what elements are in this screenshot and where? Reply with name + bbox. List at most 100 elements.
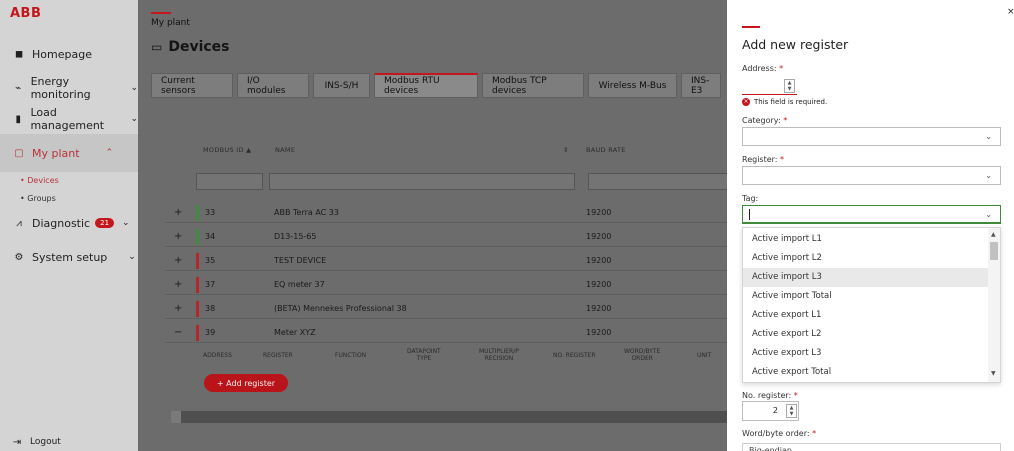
expand-icon[interactable]: + bbox=[174, 279, 182, 290]
tag-option[interactable]: Active import Total bbox=[743, 287, 988, 306]
status-indicator bbox=[196, 205, 199, 221]
sidebar-subitem-devices[interactable]: • Devices bbox=[20, 176, 59, 185]
word-byte-order-select[interactable]: Big-endian bbox=[742, 443, 1001, 451]
filter-baud-rate[interactable] bbox=[588, 173, 742, 190]
tag-option[interactable]: Active export L1 bbox=[743, 306, 988, 325]
breadcrumb[interactable]: My plant bbox=[151, 18, 190, 28]
scrollbar-thumb[interactable] bbox=[181, 411, 742, 423]
tab-modbus-rtu[interactable]: Modbus RTU devices bbox=[374, 73, 478, 98]
gear-icon: ⚙ bbox=[14, 251, 24, 263]
drawer-accent bbox=[742, 26, 760, 28]
add-register-button[interactable]: + Add register bbox=[204, 374, 288, 392]
chevron-down-icon: ⌄ bbox=[985, 210, 992, 219]
logout-button[interactable]: ⇥ Logout bbox=[0, 431, 138, 451]
sidebar-item-homepage[interactable]: ◼ Homepage bbox=[0, 43, 138, 65]
status-indicator bbox=[196, 325, 199, 341]
address-label: Address: * bbox=[742, 64, 784, 73]
category-select[interactable]: ⌄ bbox=[742, 127, 1001, 146]
status-indicator bbox=[196, 277, 199, 293]
devices-icon: ▭ bbox=[151, 40, 163, 54]
no-register-stepper[interactable]: ▲ ▼ bbox=[786, 404, 797, 418]
sidebar-item-diagnostic[interactable]: ⩘ Diagnostic 21 ⌄ bbox=[0, 212, 138, 234]
close-icon[interactable]: × bbox=[1007, 7, 1014, 17]
table-row[interactable]: + 33 ABB Terra AC 33 19200 bbox=[165, 203, 745, 223]
register-col-word-byte-order: WORD/BYTE ORDER bbox=[624, 348, 661, 362]
tag-option[interactable]: Active import L1 bbox=[743, 230, 988, 249]
register-col-datapoint-type: DATAPOINT TYPE bbox=[407, 348, 441, 362]
chevron-down-icon: ⌄ bbox=[985, 132, 992, 141]
tab-wireless-mbus[interactable]: Wireless M-Bus bbox=[588, 73, 677, 98]
chevron-down-icon: ⌄ bbox=[130, 83, 138, 93]
filter-name[interactable] bbox=[269, 173, 575, 190]
collapse-icon[interactable]: − bbox=[174, 327, 182, 338]
dropdown-scrollbar-thumb[interactable] bbox=[990, 242, 998, 260]
expand-icon[interactable]: + bbox=[174, 231, 182, 242]
table-row[interactable]: + 38 (BETA) Mennekes Professional 38 192… bbox=[165, 299, 745, 319]
tag-option[interactable]: Active export Total bbox=[743, 363, 988, 382]
tab-ins-e3[interactable]: INS-E3 bbox=[681, 73, 721, 98]
address-stepper[interactable]: ▲ ▼ bbox=[784, 79, 795, 93]
tag-option[interactable]: Active export L3 bbox=[743, 344, 988, 363]
sort-icon[interactable]: ⇕ bbox=[563, 146, 569, 154]
no-register-label: No. register: * bbox=[742, 391, 798, 400]
tag-label: Tag: bbox=[742, 194, 759, 203]
table-row[interactable]: − 39 Meter XYZ 19200 bbox=[165, 323, 745, 343]
abb-logo: ABB bbox=[10, 6, 42, 21]
category-label: Category: * bbox=[742, 116, 788, 125]
tab-current-sensors[interactable]: Current sensors bbox=[151, 73, 233, 98]
status-indicator bbox=[196, 229, 199, 245]
bar-chart-icon: ▮ bbox=[15, 113, 21, 125]
register-col-multiplier: MULTIPLIER/P RECISION bbox=[479, 348, 519, 362]
column-header-baud-rate[interactable]: BAUD RATE bbox=[586, 146, 626, 154]
diagnostic-badge: 21 bbox=[95, 218, 115, 228]
logout-icon: ⇥ bbox=[12, 436, 22, 448]
page-title: ▭ Devices bbox=[151, 39, 230, 55]
chevron-down-icon: ⌄ bbox=[128, 252, 136, 262]
chevron-up-icon: ⌃ bbox=[105, 148, 114, 158]
chevron-down-icon: ⌄ bbox=[985, 171, 992, 180]
energy-icon: ⌁ bbox=[15, 82, 22, 94]
status-indicator bbox=[196, 253, 199, 269]
register-col-unit: UNIT bbox=[697, 352, 712, 359]
tab-modbus-tcp[interactable]: Modbus TCP devices bbox=[482, 73, 584, 98]
expand-icon[interactable]: + bbox=[174, 303, 182, 314]
main-content: My plant ▭ Devices Current sensors I/O m… bbox=[139, 0, 745, 451]
expand-icon[interactable]: + bbox=[174, 207, 182, 218]
sidebar-item-my-plant[interactable]: ▢ My plant ⌃ bbox=[0, 134, 138, 172]
scroll-down-icon[interactable]: ▼ bbox=[991, 370, 996, 377]
expand-icon[interactable]: + bbox=[174, 255, 182, 266]
sidebar-item-system-setup[interactable]: ⚙ System setup ⌄ bbox=[0, 246, 138, 268]
table-row[interactable]: + 35 TEST DEVICE 19200 bbox=[165, 251, 745, 271]
pulse-icon: ⩘ bbox=[16, 217, 22, 229]
tab-io-modules[interactable]: I/O modules bbox=[237, 73, 309, 98]
register-label: Register: * bbox=[742, 155, 785, 164]
breadcrumb-accent bbox=[151, 12, 171, 14]
tag-select[interactable]: ⌄ bbox=[742, 205, 1001, 224]
add-register-drawer: × Add new register Address: * ▲ ▼ × This … bbox=[727, 0, 1014, 451]
scroll-up-icon[interactable]: ▲ bbox=[991, 231, 996, 238]
tag-option[interactable]: Active export L2 bbox=[743, 325, 988, 344]
word-byte-order-label: Word/byte order: * bbox=[742, 429, 817, 438]
chevron-down-icon: ⌄ bbox=[130, 114, 138, 124]
register-select[interactable]: ⌄ bbox=[742, 166, 1001, 185]
plant-icon: ▢ bbox=[14, 147, 24, 159]
table-row[interactable]: + 37 EQ meter 37 19200 bbox=[165, 275, 745, 295]
table-row[interactable]: + 34 D13-15-65 19200 bbox=[165, 227, 745, 247]
error-icon: × bbox=[742, 98, 750, 106]
sidebar-item-load-management[interactable]: ▮ Load management ⌄ bbox=[0, 106, 138, 132]
text-caret bbox=[749, 209, 750, 220]
sidebar-item-energy-monitoring[interactable]: ⌁ Energy monitoring ⌄ bbox=[0, 75, 138, 101]
column-header-modbus-id[interactable]: MODBUS ID ▲ bbox=[203, 146, 251, 154]
tab-ins-s-h[interactable]: INS-S/H bbox=[313, 73, 370, 98]
filter-modbus-id[interactable] bbox=[196, 173, 263, 190]
home-icon: ◼ bbox=[14, 48, 24, 60]
tag-option[interactable]: Active import L3 bbox=[743, 268, 988, 287]
register-col-no-register: NO. REGISTER bbox=[553, 352, 596, 359]
device-tabs: Current sensors I/O modules INS-S/H Modb… bbox=[151, 73, 721, 98]
tag-option[interactable]: Active import L2 bbox=[743, 249, 988, 268]
column-header-name[interactable]: NAME bbox=[275, 146, 295, 154]
register-col-register: REGISTER bbox=[263, 352, 293, 359]
sidebar-subitem-groups[interactable]: • Groups bbox=[20, 194, 56, 203]
address-error: × This field is required. bbox=[742, 98, 828, 106]
chevron-down-icon: ⌄ bbox=[122, 218, 130, 228]
